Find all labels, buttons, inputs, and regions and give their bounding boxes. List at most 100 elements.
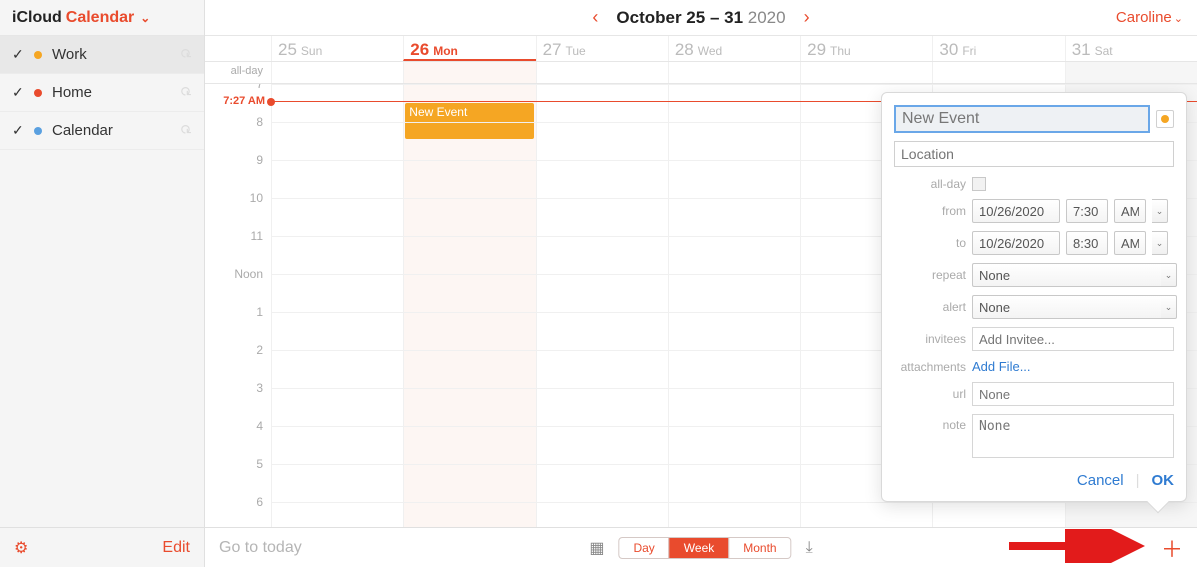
sidebar-item-calendar[interactable]: ✓ Calendar ⟳ bbox=[0, 112, 204, 150]
allday-row: all-day bbox=[205, 62, 1197, 84]
color-dot-icon bbox=[1161, 115, 1169, 123]
app-name: Calendar bbox=[66, 9, 134, 27]
prev-week-button[interactable]: ‹ bbox=[574, 7, 616, 28]
invitees-input[interactable] bbox=[972, 327, 1174, 351]
view-week[interactable]: Week bbox=[669, 538, 728, 558]
hour-label: 5 bbox=[256, 457, 263, 471]
hour-label: 4 bbox=[256, 419, 263, 433]
hour-label: 3 bbox=[256, 381, 263, 395]
view-day[interactable]: Day bbox=[619, 538, 668, 558]
day-header-sun[interactable]: 25Sun bbox=[271, 36, 403, 61]
hour-label: 1 bbox=[256, 305, 263, 319]
bottombar: Go to today ▦ DayWeekMonth ⤓ ＋ bbox=[205, 527, 1197, 567]
sidebar: iCloud Calendar ⌄ ✓ Work ⟳✓ Home ⟳✓ Cale… bbox=[0, 0, 205, 567]
date-range: October 25 – 31 2020 bbox=[616, 8, 785, 28]
alert-select[interactable] bbox=[972, 295, 1161, 319]
allday-label: all-day bbox=[894, 177, 966, 191]
share-icon[interactable]: ⟳ bbox=[176, 44, 196, 64]
check-icon: ✓ bbox=[12, 122, 24, 139]
gear-icon[interactable]: ⚙ bbox=[14, 538, 28, 558]
to-label: to bbox=[894, 236, 966, 250]
allday-label: all-day bbox=[205, 62, 271, 83]
view-month[interactable]: Month bbox=[728, 538, 790, 558]
day-column[interactable] bbox=[668, 84, 800, 527]
check-icon: ✓ bbox=[12, 46, 24, 63]
day-column[interactable]: New Event bbox=[403, 84, 535, 527]
repeat-select[interactable] bbox=[972, 263, 1161, 287]
sidebar-item-home[interactable]: ✓ Home ⟳ bbox=[0, 74, 204, 112]
allday-cell[interactable] bbox=[800, 62, 932, 83]
note-input[interactable] bbox=[972, 414, 1174, 458]
day-header-fri[interactable]: 30Fri bbox=[932, 36, 1064, 61]
hour-label: 11 bbox=[251, 229, 263, 243]
to-date-input[interactable] bbox=[972, 231, 1060, 255]
view-segment: DayWeekMonth bbox=[618, 537, 791, 559]
allday-cell[interactable] bbox=[932, 62, 1064, 83]
day-header-sat[interactable]: 31Sat bbox=[1065, 36, 1197, 61]
brand-label: iCloud bbox=[12, 9, 62, 27]
now-time-label: 7:27 AM bbox=[223, 95, 265, 107]
hour-label: 8 bbox=[256, 115, 263, 129]
time-gutter: 7891011Noon1234567:27 AM bbox=[205, 84, 271, 527]
day-header-wed[interactable]: 28Wed bbox=[668, 36, 800, 61]
color-dot-icon bbox=[34, 127, 42, 135]
event-title-input[interactable] bbox=[894, 105, 1150, 133]
hour-label: 10 bbox=[250, 191, 263, 205]
from-ampm-input[interactable] bbox=[1114, 199, 1146, 223]
hour-label: 7 bbox=[256, 84, 263, 91]
sidebar-item-work[interactable]: ✓ Work ⟳ bbox=[0, 36, 204, 74]
sidebar-footer: ⚙ Edit bbox=[0, 527, 204, 567]
topbar: ‹ October 25 – 31 2020 › Caroline⌄ bbox=[205, 0, 1197, 36]
next-week-button[interactable]: › bbox=[786, 7, 828, 28]
color-dot-icon bbox=[34, 51, 42, 59]
alert-dropdown[interactable]: ⌄ bbox=[1161, 295, 1177, 319]
allday-checkbox[interactable] bbox=[972, 177, 986, 191]
alert-label: alert bbox=[894, 300, 966, 314]
annotation-arrow bbox=[1009, 529, 1159, 563]
to-time-input[interactable] bbox=[1066, 231, 1108, 255]
edit-button[interactable]: Edit bbox=[162, 539, 190, 557]
user-menu[interactable]: Caroline⌄ bbox=[1116, 9, 1183, 26]
allday-cell[interactable] bbox=[668, 62, 800, 83]
location-input[interactable] bbox=[894, 141, 1174, 167]
day-column[interactable] bbox=[271, 84, 403, 527]
cancel-button[interactable]: Cancel bbox=[1077, 472, 1124, 489]
from-label: from bbox=[894, 204, 966, 218]
to-ampm-dropdown[interactable]: ⌄ bbox=[1152, 231, 1168, 255]
ok-button[interactable]: OK bbox=[1152, 472, 1175, 489]
calendar-name: Home bbox=[52, 84, 170, 101]
note-label: note bbox=[894, 414, 966, 432]
to-ampm-input[interactable] bbox=[1114, 231, 1146, 255]
add-file-button[interactable]: Add File... bbox=[972, 359, 1031, 374]
hour-label: 2 bbox=[256, 343, 263, 357]
url-input[interactable] bbox=[972, 382, 1174, 406]
day-header-thu[interactable]: 29Thu bbox=[800, 36, 932, 61]
calendar-color-picker[interactable] bbox=[1156, 110, 1174, 128]
day-column[interactable] bbox=[536, 84, 668, 527]
download-icon[interactable]: ⤓ bbox=[806, 539, 813, 557]
app-switcher[interactable]: iCloud Calendar ⌄ bbox=[0, 0, 204, 36]
day-header-mon[interactable]: 26Mon bbox=[403, 36, 535, 61]
calendar-list: ✓ Work ⟳✓ Home ⟳✓ Calendar ⟳ bbox=[0, 36, 204, 527]
share-icon[interactable]: ⟳ bbox=[176, 120, 196, 140]
view-controls: ▦ DayWeekMonth ⤓ bbox=[589, 537, 812, 559]
from-time-input[interactable] bbox=[1066, 199, 1108, 223]
attachments-label: attachments bbox=[894, 360, 966, 374]
from-ampm-dropdown[interactable]: ⌄ bbox=[1152, 199, 1168, 223]
allday-cell[interactable] bbox=[536, 62, 668, 83]
from-date-input[interactable] bbox=[972, 199, 1060, 223]
allday-cell[interactable] bbox=[271, 62, 403, 83]
go-to-today-button[interactable]: Go to today bbox=[219, 539, 302, 557]
allday-cell[interactable] bbox=[403, 62, 535, 83]
event-block[interactable]: New Event bbox=[405, 103, 533, 139]
hour-label: 9 bbox=[256, 153, 263, 167]
calendar-name: Calendar bbox=[52, 122, 170, 139]
color-dot-icon bbox=[34, 89, 42, 97]
day-header-tue[interactable]: 27Tue bbox=[536, 36, 668, 61]
mini-calendar-icon[interactable]: ▦ bbox=[589, 538, 604, 558]
repeat-dropdown[interactable]: ⌄ bbox=[1161, 263, 1177, 287]
add-event-button[interactable]: ＋ bbox=[1161, 532, 1183, 564]
share-icon[interactable]: ⟳ bbox=[176, 82, 196, 102]
url-label: url bbox=[894, 387, 966, 401]
allday-cell[interactable] bbox=[1065, 62, 1197, 83]
